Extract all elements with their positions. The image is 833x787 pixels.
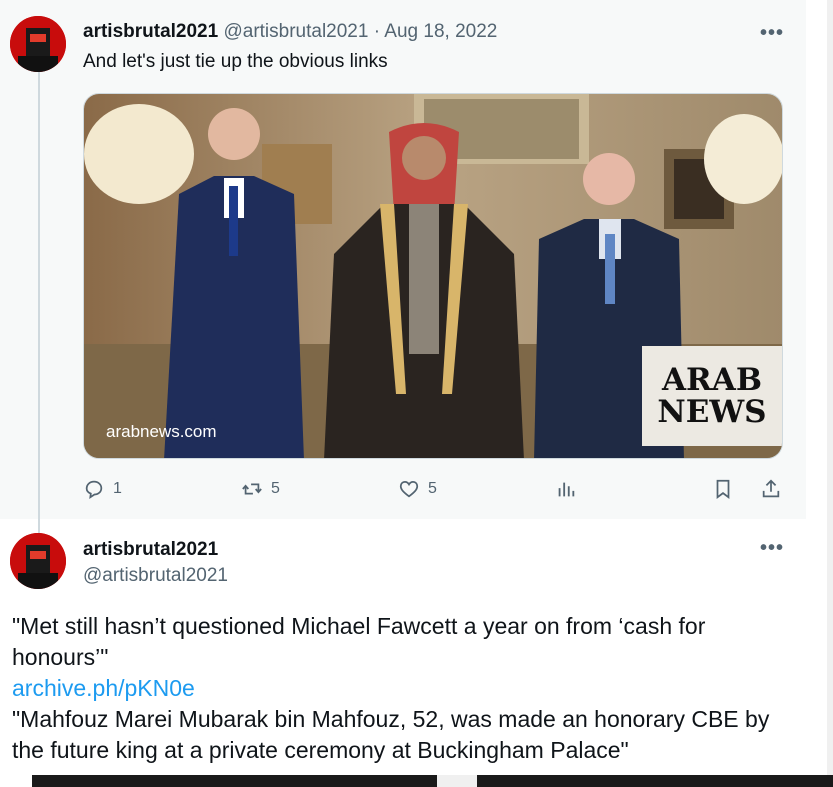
share-icon <box>762 479 780 498</box>
avatar[interactable] <box>10 16 66 72</box>
media-source-caption: arabnews.com <box>106 422 217 441</box>
tweet-2-text: "Met still hasn’t questioned Michael Faw… <box>12 611 802 766</box>
handle[interactable]: @artisbrutal2021 <box>223 21 368 42</box>
reply-icon <box>85 480 103 500</box>
logo-line-1: ARAB <box>661 362 763 398</box>
tweet-1-text: And let's just tie up the obvious links <box>83 51 388 72</box>
tweet-actions: 1 5 5 <box>83 478 783 504</box>
scrollbar-thumb[interactable] <box>32 775 437 787</box>
tweet-date[interactable]: Aug 18, 2022 <box>384 21 497 42</box>
bookmark-button[interactable] <box>712 478 742 500</box>
handle[interactable]: @artisbrutal2021 <box>83 565 228 587</box>
more-options-icon[interactable]: ••• <box>760 537 784 560</box>
quote-line-1: "Met still hasn’t questioned Michael Faw… <box>12 613 706 670</box>
retweet-button[interactable]: 5 <box>241 478 280 500</box>
more-options-icon[interactable]: ••• <box>760 22 784 45</box>
share-button[interactable] <box>760 478 790 500</box>
display-name[interactable]: artisbrutal2021 <box>83 21 218 42</box>
thread-line <box>38 72 40 519</box>
tweet-1-header: artisbrutal2021 @artisbrutal2021 · Aug 1… <box>83 20 497 44</box>
avatar-image <box>10 16 66 72</box>
retweet-icon <box>242 483 262 495</box>
views-button[interactable] <box>555 478 585 500</box>
quote-line-2: "Mahfouz Marei Mubarak bin Mahfouz, 52, … <box>12 706 770 763</box>
scrollbar-thumb[interactable] <box>477 775 833 787</box>
like-count: 5 <box>428 480 437 497</box>
analytics-icon <box>558 482 575 497</box>
arab-news-logo: ARAB NEWS <box>642 346 782 446</box>
avatar[interactable] <box>10 533 66 589</box>
archive-link[interactable]: archive.ph/pKN0e <box>12 673 802 704</box>
horizontal-scrollbar[interactable] <box>32 775 833 787</box>
heart-icon <box>399 480 419 498</box>
like-button[interactable]: 5 <box>398 478 437 500</box>
reply-button[interactable]: 1 <box>83 478 122 500</box>
retweet-count: 5 <box>271 480 280 497</box>
logo-line-2: NEWS <box>657 394 767 430</box>
thread-line-connector <box>38 519 40 533</box>
separator: · <box>373 21 381 42</box>
right-margin <box>806 0 833 787</box>
vertical-scrollbar[interactable] <box>827 0 833 787</box>
display-name[interactable]: artisbrutal2021 <box>83 539 218 561</box>
avatar-image <box>10 533 66 589</box>
bookmark-icon <box>716 479 730 499</box>
reply-count: 1 <box>113 480 122 497</box>
tweet-media[interactable]: arabnews.com ARAB NEWS <box>83 93 783 459</box>
